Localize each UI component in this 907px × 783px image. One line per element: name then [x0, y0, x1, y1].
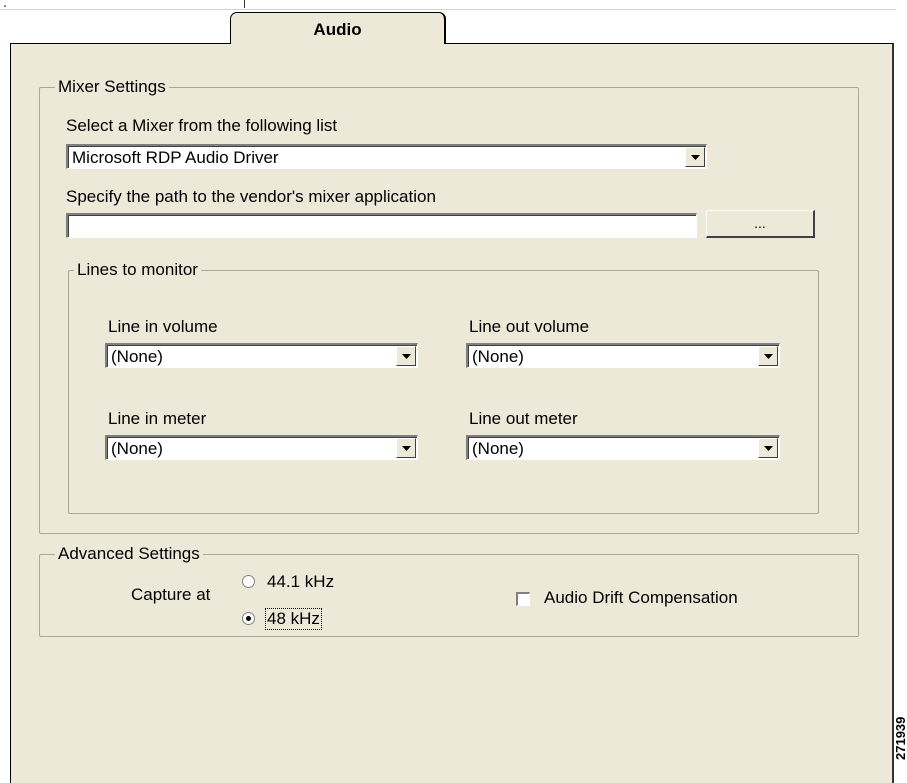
top-divider [0, 9, 896, 10]
mixer-select-value: Microsoft RDP Audio Driver [72, 148, 279, 167]
line-out-meter-select[interactable]: (None) [466, 435, 780, 460]
chevron-down-icon [402, 446, 411, 451]
line-in-volume-arrow[interactable] [396, 346, 416, 366]
top-dot-mark [4, 5, 6, 7]
audio-panel: Mixer Settings Select a Mixer from the f… [10, 43, 894, 783]
rate-44-label[interactable]: 44.1 kHz [267, 573, 334, 591]
radio-selected-dot [246, 616, 251, 621]
advanced-settings-legend: Advanced Settings [55, 545, 203, 563]
line-out-meter-label: Line out meter [469, 409, 578, 428]
drift-compensation-label[interactable]: Audio Drift Compensation [544, 589, 738, 607]
figure-id-text: 271939 [893, 716, 907, 760]
line-in-meter-arrow[interactable] [396, 438, 416, 458]
tab-audio[interactable]: Audio [230, 12, 446, 44]
line-in-meter-value: (None) [111, 439, 163, 458]
line-in-volume-select[interactable]: (None) [105, 343, 418, 368]
chevron-down-icon [764, 354, 773, 359]
line-out-volume-arrow[interactable] [758, 346, 778, 366]
rate-48-radio[interactable] [242, 612, 255, 625]
chevron-down-icon [764, 446, 773, 451]
chevron-down-icon [691, 155, 700, 160]
rate-44-radio[interactable] [242, 575, 255, 588]
lines-to-monitor-legend: Lines to monitor [74, 261, 201, 279]
browse-button[interactable]: ... [706, 210, 815, 238]
drift-compensation-checkbox[interactable] [516, 592, 530, 606]
chevron-down-icon [402, 354, 411, 359]
line-out-meter-arrow[interactable] [758, 438, 778, 458]
line-out-volume-value: (None) [472, 347, 524, 366]
line-out-volume-select[interactable]: (None) [466, 343, 780, 368]
browse-button-label: ... [754, 215, 766, 231]
mixer-select-arrow[interactable] [685, 147, 705, 167]
line-in-meter-label: Line in meter [108, 409, 207, 428]
tab-joiner [231, 42, 444, 45]
top-tick-mark [244, 0, 245, 8]
select-mixer-label: Select a Mixer from the following list [66, 116, 338, 135]
line-out-volume-label: Line out volume [469, 317, 590, 336]
mixer-settings-legend: Mixer Settings [55, 78, 169, 96]
line-in-meter-select[interactable]: (None) [105, 435, 418, 460]
rate-48-label[interactable]: 48 kHz [265, 608, 322, 630]
capture-at-label: Capture at [131, 585, 211, 604]
line-in-volume-label: Line in volume [108, 317, 218, 336]
mixer-path-input[interactable] [66, 213, 697, 238]
tab-audio-label: Audio [313, 20, 362, 39]
lines-to-monitor-group: Lines to monitor [68, 261, 819, 514]
line-in-volume-value: (None) [111, 347, 163, 366]
mixer-select[interactable]: Microsoft RDP Audio Driver [66, 144, 707, 169]
figure-id: 271939 [893, 700, 907, 767]
path-label: Specify the path to the vendor's mixer a… [66, 187, 436, 206]
line-out-meter-value: (None) [472, 439, 524, 458]
